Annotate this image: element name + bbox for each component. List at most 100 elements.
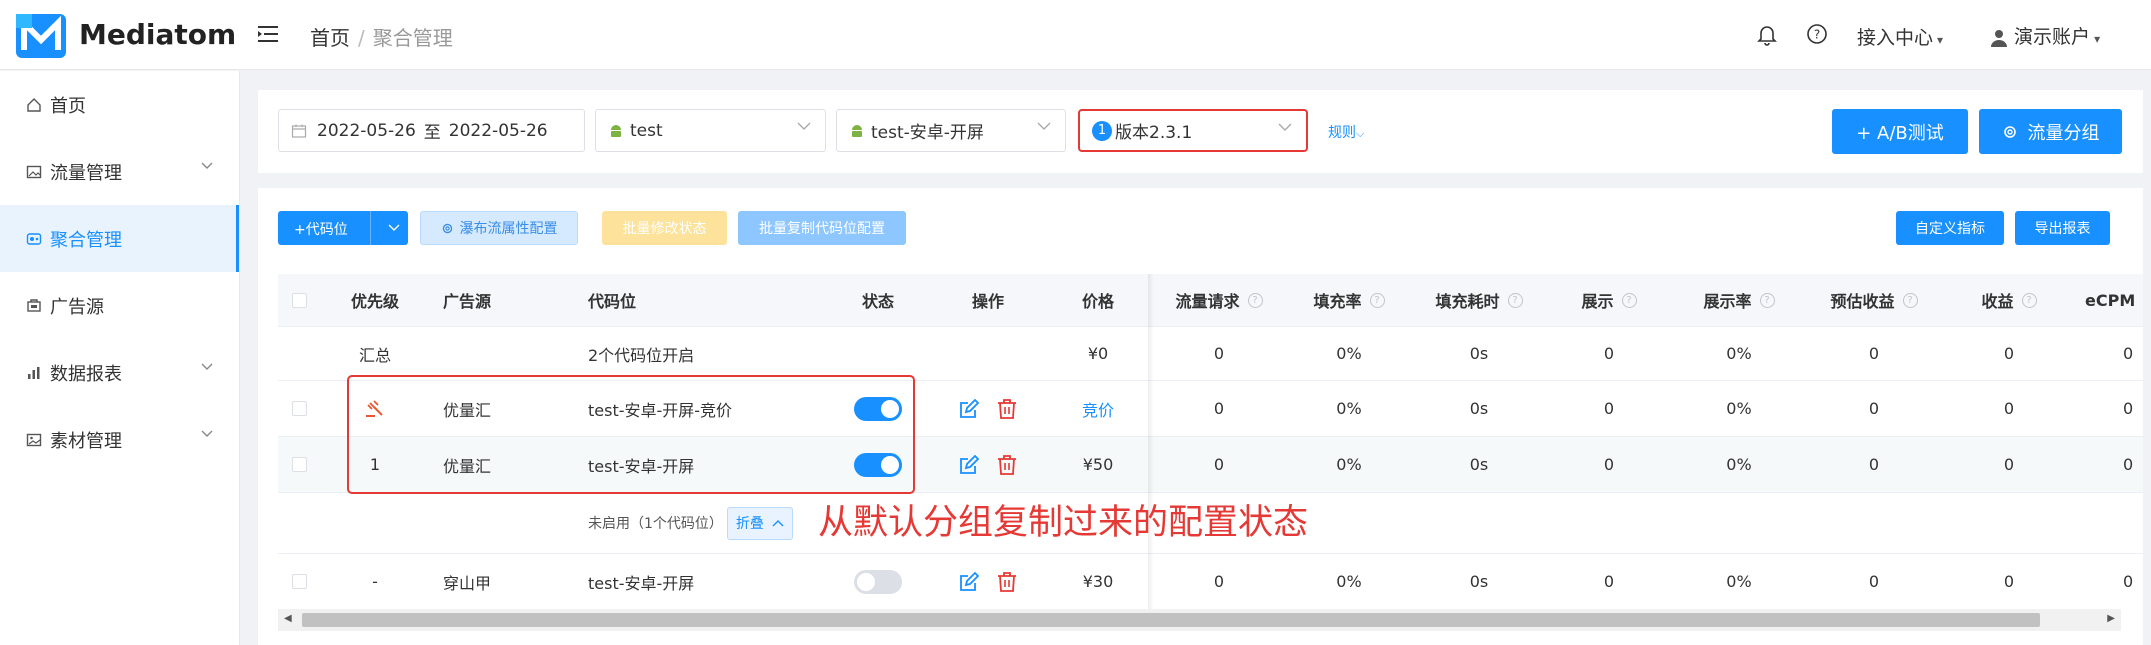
status-toggle[interactable] bbox=[854, 569, 902, 594]
waterfall-config-button[interactable]: 瀑布流属性配置 bbox=[420, 211, 578, 245]
header-revenue-label: 收益 bbox=[1981, 292, 2014, 311]
question-icon[interactable]: ? bbox=[1902, 292, 1918, 308]
header-source: 广告源 bbox=[443, 292, 492, 311]
delete-icon[interactable] bbox=[996, 398, 1018, 420]
delete-icon[interactable] bbox=[996, 571, 1018, 593]
row-show-rate: 0% bbox=[1726, 572, 1752, 591]
row-checkbox[interactable] bbox=[291, 457, 307, 472]
version-number-badge: 1 bbox=[1092, 120, 1112, 141]
summary-est-revenue: 0 bbox=[1868, 344, 1880, 363]
menu-fold-icon[interactable] bbox=[258, 24, 280, 44]
add-slot-button[interactable]: +代码位 bbox=[278, 211, 408, 245]
question-icon[interactable]: ? bbox=[1507, 292, 1523, 308]
chevron-up-icon bbox=[772, 520, 784, 527]
row-price-bid-link[interactable]: 竞价 bbox=[1048, 381, 1148, 436]
help-icon[interactable]: ? bbox=[1806, 23, 1828, 45]
header-impressions: 展示? bbox=[1544, 274, 1674, 326]
sidebar-item-traffic[interactable]: 流量管理 bbox=[0, 138, 239, 205]
batch-status-button[interactable]: 批量修改状态 bbox=[602, 211, 727, 245]
row-revenue: 0 bbox=[2003, 399, 2015, 418]
header-fill-time-label: 填充耗时 bbox=[1435, 292, 1500, 311]
select-all-checkbox[interactable] bbox=[291, 292, 307, 308]
header-show-rate-label: 展示率 bbox=[1703, 292, 1752, 311]
header-price: 价格 bbox=[1081, 292, 1114, 311]
traffic-group-label: 流量分组 bbox=[2027, 122, 2100, 144]
batch-copy-button[interactable]: 批量复制代码位配置 bbox=[738, 211, 906, 245]
rule-link[interactable]: 规则⌵ bbox=[1328, 122, 1364, 142]
scroll-left-icon[interactable]: ◀ bbox=[284, 613, 292, 624]
home-icon bbox=[27, 97, 41, 112]
traffic-group-button[interactable]: 流量分组 bbox=[1979, 109, 2122, 154]
sidebar: 首页 流量管理 聚合管理 广告源 数据报表 素材管理 bbox=[0, 71, 240, 645]
question-icon[interactable]: ? bbox=[1369, 292, 1385, 308]
sidebar-item-ad-source[interactable]: 广告源 bbox=[0, 272, 239, 339]
header-requests: 流量请求? bbox=[1154, 274, 1284, 326]
question-icon[interactable]: ? bbox=[1759, 292, 1775, 308]
row-ops-cell bbox=[933, 381, 1043, 436]
row-checkbox[interactable] bbox=[291, 574, 307, 589]
question-icon[interactable]: ? bbox=[1621, 292, 1637, 308]
date-start: 2022-05-26 bbox=[317, 120, 416, 141]
app-select[interactable]: test bbox=[595, 109, 826, 152]
sidebar-item-label: 数据报表 bbox=[50, 363, 122, 385]
row-revenue: 0 bbox=[2003, 455, 2015, 474]
custom-metric-button[interactable]: 自定义指标 bbox=[1896, 211, 2004, 245]
header-est-revenue: 预估收益? bbox=[1804, 274, 1944, 326]
user-name: 演示账户 bbox=[2014, 26, 2091, 48]
chevron-down-icon bbox=[201, 363, 213, 370]
question-icon[interactable]: ? bbox=[2021, 292, 2037, 308]
row-fill-time: 0s bbox=[1469, 572, 1489, 591]
mediatom-logo[interactable] bbox=[16, 14, 66, 58]
image-icon bbox=[26, 165, 42, 178]
slot-select[interactable]: test-安卓-开屏 bbox=[836, 109, 1066, 152]
header-revenue: 收益? bbox=[1944, 274, 2074, 326]
chevron-down-icon[interactable] bbox=[388, 211, 400, 245]
ad-source-icon bbox=[27, 298, 41, 312]
svg-text:?: ? bbox=[1814, 28, 1820, 42]
sidebar-item-reports[interactable]: 数据报表 bbox=[0, 339, 239, 406]
question-icon[interactable]: ? bbox=[1247, 292, 1263, 308]
fold-button[interactable]: 折叠 bbox=[726, 506, 793, 540]
scrollbar-thumb[interactable] bbox=[302, 613, 2040, 627]
summary-revenue: 0 bbox=[2003, 344, 2015, 363]
header-fill-time: 填充耗时? bbox=[1414, 274, 1544, 326]
scroll-right-icon[interactable]: ▶ bbox=[2107, 613, 2115, 624]
access-center-label: 接入中心 bbox=[1857, 27, 1934, 49]
caret-down-icon: ▾ bbox=[2094, 32, 2101, 46]
sidebar-item-label: 广告源 bbox=[50, 296, 104, 318]
disabled-group-label: 未启用（1个代码位） bbox=[588, 516, 723, 532]
sidebar-item-aggregate[interactable]: 聚合管理 bbox=[0, 205, 239, 272]
access-center-menu[interactable]: 接入中心 ▾ bbox=[1857, 23, 1943, 50]
edit-icon[interactable] bbox=[958, 454, 980, 476]
edit-icon[interactable] bbox=[958, 398, 980, 420]
summary-ecpm: 0 bbox=[2123, 344, 2134, 363]
row-checkbox[interactable] bbox=[291, 401, 307, 416]
top-bar: Mediatom 首页 / 聚合管理 ? 接入中心 ▾ 演示账户 ▾ bbox=[0, 0, 2151, 70]
edit-icon[interactable] bbox=[958, 571, 980, 593]
ab-test-button[interactable]: + A/B测试 bbox=[1832, 109, 1968, 154]
sidebar-item-home[interactable]: 首页 bbox=[0, 71, 239, 138]
breadcrumb-home[interactable]: 首页 bbox=[310, 26, 350, 50]
highlight-box bbox=[347, 375, 915, 494]
header-fill-rate: 填充率? bbox=[1284, 274, 1414, 326]
horizontal-scrollbar[interactable]: ◀ ▶ bbox=[278, 609, 2121, 631]
header-priority[interactable]: 优先级 bbox=[320, 274, 430, 326]
summary-price: ¥0 bbox=[1087, 344, 1109, 363]
header-ops: 操作 bbox=[971, 292, 1004, 311]
android-icon bbox=[852, 124, 862, 137]
row-fill-rate: 0% bbox=[1336, 572, 1362, 591]
summary-fill-time: 0s bbox=[1469, 344, 1489, 363]
bar-chart-icon bbox=[28, 366, 40, 379]
sidebar-item-materials[interactable]: 素材管理 bbox=[0, 406, 239, 473]
select-all-checkbox-cell bbox=[278, 274, 320, 326]
export-report-button[interactable]: 导出报表 bbox=[2015, 211, 2110, 245]
date-range-picker[interactable]: 2022-05-26 至 2022-05-26 bbox=[278, 109, 585, 152]
brand-name: Mediatom bbox=[79, 18, 237, 51]
slot-select-value: test-安卓-开屏 bbox=[871, 123, 984, 143]
row-est-revenue: 0 bbox=[1868, 399, 1880, 418]
user-menu[interactable]: 演示账户 ▾ bbox=[1990, 22, 2100, 49]
delete-icon[interactable] bbox=[996, 454, 1018, 476]
version-select[interactable]: 1 版本2.3.1 bbox=[1078, 109, 1308, 152]
annotation-text: 从默认分组复制过来的配置状态 bbox=[818, 503, 1309, 543]
bell-icon[interactable] bbox=[1757, 24, 1777, 46]
